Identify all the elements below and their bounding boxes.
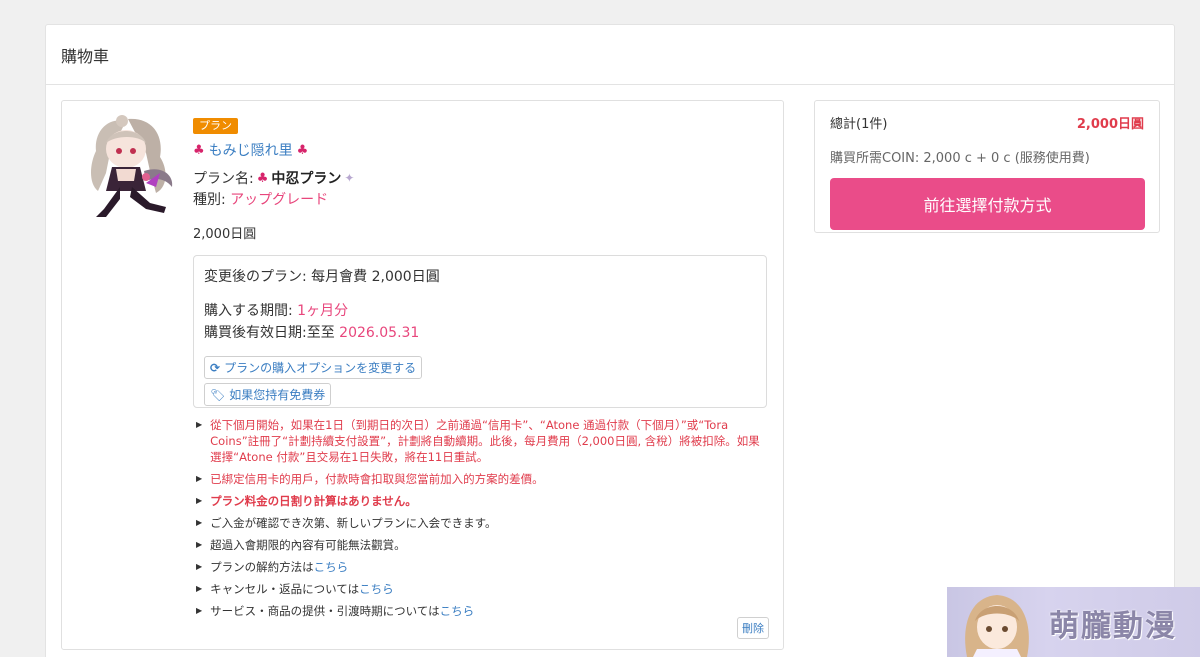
maple-leaf-icon: ♣ bbox=[296, 142, 309, 158]
caret-right-icon: ▶ bbox=[196, 518, 203, 527]
delivery-link[interactable]: こちら bbox=[440, 604, 475, 618]
note-expired-content: 超過入會期限的內容有可能無法觀賞。 bbox=[210, 538, 406, 552]
plan-type-row: 種別: アップグレード bbox=[193, 189, 768, 209]
change-option-label: プランの購入オプションを変更する bbox=[224, 361, 417, 375]
watermark-text: 萌朧動漫 bbox=[1049, 609, 1177, 644]
caret-right-icon: ▶ bbox=[196, 420, 203, 429]
maple-leaf-icon: ♣ bbox=[256, 170, 269, 186]
delete-button[interactable]: 刪除 bbox=[737, 617, 769, 639]
watermark-logo: 萌朧動漫 bbox=[947, 587, 1200, 657]
list-item: ▶ ご入金が確認でき次第、新しいプランに入会できます。 bbox=[193, 515, 768, 531]
notes-list: ▶ 從下個月開始，如果在1日（到期日的次日）之前通過“信用卡”、“Atone 通… bbox=[193, 417, 768, 619]
caret-right-icon: ▶ bbox=[196, 496, 203, 505]
list-item: ▶ サービス・商品の提供・引渡時期についてはこちら bbox=[193, 603, 768, 619]
change-option-button[interactable]: ⟳ プランの購入オプションを変更する bbox=[204, 356, 423, 379]
caret-right-icon: ▶ bbox=[196, 474, 203, 483]
checkout-button[interactable]: 前往選擇付款方式 bbox=[830, 178, 1145, 230]
plan-option-box: 変更後のプラン: 每月會費 2,000日圓 購入する期間: 1ヶ月分 購買後有效… bbox=[193, 255, 767, 408]
period-row: 購入する期間: 1ヶ月分 bbox=[204, 300, 756, 320]
note-no-proration: プラン料金の日割り計算はありません。 bbox=[210, 494, 417, 508]
period-label: 購入する期間: bbox=[204, 303, 293, 319]
plan-name-label: プラン名: bbox=[193, 171, 254, 187]
plan-name-value: 中忍プラン bbox=[271, 171, 342, 187]
total-row: 總計(1件) 2,000日圓 bbox=[830, 113, 1144, 132]
cart-panel: 購物車 プラン ♣ もみじ隠れ里 ♣ プラン名: ♣ 中忍プラン ✦ 種別: ア… bbox=[45, 24, 1175, 657]
after-plan-text: 変更後のプラン: 每月會費 2,000日圓 bbox=[204, 269, 440, 285]
plan-badge: プラン bbox=[193, 118, 238, 134]
caret-right-icon: ▶ bbox=[196, 540, 203, 549]
note-refund: キャンセル・返品については bbox=[210, 582, 360, 596]
note-payment-confirm: ご入金が確認でき次第、新しいプランに入会できます。 bbox=[210, 516, 497, 530]
note-auto-renew: 從下個月開始，如果在1日（到期日的次日）之前通過“信用卡”、“Atone 通過付… bbox=[210, 418, 760, 464]
list-item: ▶ 從下個月開始，如果在1日（到期日的次日）之前通過“信用卡”、“Atone 通… bbox=[193, 417, 768, 465]
note-difference: 已綁定信用卡的用戶，付款時會扣取與您當前加入的方案的差價。 bbox=[210, 472, 544, 486]
period-value: 1ヶ月分 bbox=[297, 303, 349, 319]
coin-requirement: 購買所需COIN: 2,000 c + 0 c (服務使用費) bbox=[830, 151, 1090, 166]
item-price: 2,000日圓 bbox=[193, 227, 257, 242]
plan-type-label: 種別: bbox=[193, 192, 226, 208]
valid-until-row: 購買後有效日期:至至 2026.05.31 bbox=[204, 322, 756, 342]
page-title: 購物車 bbox=[46, 25, 1174, 85]
total-value: 2,000日圓 bbox=[1076, 117, 1144, 132]
mascot-image bbox=[965, 595, 1029, 657]
coupon-button[interactable]: 🏷 如果您持有免費券 bbox=[204, 383, 332, 406]
list-item: ▶ プラン料金の日割り計算はありません。 bbox=[193, 493, 768, 509]
note-cancel-plan: プランの解約方法は bbox=[210, 560, 314, 574]
list-item: ▶ プランの解約方法はこちら bbox=[193, 559, 768, 575]
valid-until-label: 購買後有效日期:至至 bbox=[204, 325, 335, 341]
tag-icon: 🏷 bbox=[210, 387, 226, 402]
order-summary: 總計(1件) 2,000日圓 購買所需COIN: 2,000 c + 0 c (… bbox=[814, 100, 1160, 233]
caret-right-icon: ▶ bbox=[196, 584, 203, 593]
caret-right-icon: ▶ bbox=[196, 606, 203, 615]
refresh-icon: ⟳ bbox=[210, 360, 221, 375]
creator-avatar[interactable] bbox=[76, 113, 180, 221]
maple-leaf-icon: ♣ bbox=[193, 142, 205, 158]
plan-name-row: プラン名: ♣ 中忍プラン ✦ bbox=[193, 168, 768, 188]
valid-until-value: 2026.05.31 bbox=[339, 325, 420, 341]
plan-type-value: アップグレード bbox=[230, 192, 329, 208]
list-item: ▶ 已綁定信用卡的用戶，付款時會扣取與您當前加入的方案的差價。 bbox=[193, 471, 768, 487]
coupon-label: 如果您持有免費券 bbox=[229, 388, 326, 402]
list-item: ▶ キャンセル・返品についてはこちら bbox=[193, 581, 768, 597]
shuriken-icon: ✦ bbox=[344, 171, 355, 185]
item-info: プラン ♣ もみじ隠れ里 ♣ プラン名: ♣ 中忍プラン ✦ 種別: アップグレ… bbox=[193, 114, 768, 625]
cart-item-card: プラン ♣ もみじ隠れ里 ♣ プラン名: ♣ 中忍プラン ✦ 種別: アップグレ… bbox=[61, 100, 784, 650]
caret-right-icon: ▶ bbox=[196, 562, 203, 571]
creator-link[interactable]: ♣ もみじ隠れ里 ♣ bbox=[193, 140, 768, 160]
refund-link[interactable]: こちら bbox=[359, 582, 394, 596]
note-delivery: サービス・商品の提供・引渡時期については bbox=[210, 604, 440, 618]
creator-name[interactable]: もみじ隠れ里 bbox=[209, 140, 293, 160]
list-item: ▶ 超過入會期限的內容有可能無法觀賞。 bbox=[193, 537, 768, 553]
cancel-plan-link[interactable]: こちら bbox=[314, 560, 349, 574]
total-label: 總計(1件) bbox=[830, 117, 888, 132]
